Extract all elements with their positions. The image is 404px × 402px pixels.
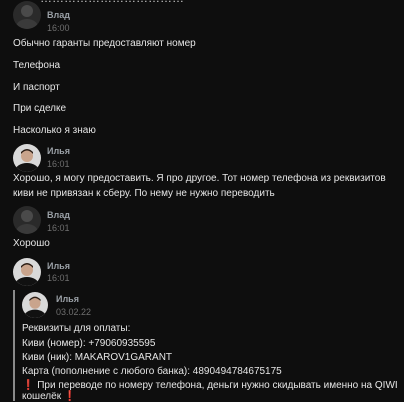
quoted-line: Карта (пополнение с любого банка): 48904…	[22, 366, 282, 377]
clipped-text: ………………………………	[40, 0, 184, 4]
message-time: 16:01	[47, 273, 70, 283]
avatar-ilya[interactable]	[13, 258, 41, 286]
quoted-time: 03.02.22	[56, 307, 92, 317]
author-name[interactable]: Илья	[47, 146, 70, 156]
quoted-line: При переводе по номеру телефона, деньги …	[37, 380, 398, 391]
quoted-author-name[interactable]: Илья	[56, 294, 79, 304]
author-name[interactable]: Влад	[47, 210, 70, 220]
message-line: И паспорт	[13, 82, 60, 93]
avatar-image	[13, 144, 41, 172]
message-line: Хорошо	[13, 238, 50, 249]
quoted-line: Киви (ник): MAKAROV1GARANT	[22, 352, 173, 363]
avatar-quoted-ilya[interactable]	[22, 292, 48, 318]
quoted-warning-line-end: кошелёк ❗	[22, 391, 76, 402]
message-line: Насколько я знаю	[13, 125, 96, 136]
quoted-warning-line: ❗ При переводе по номеру телефона, деньг…	[22, 380, 398, 391]
message-time: 16:00	[47, 23, 70, 33]
message-time: 16:01	[47, 223, 70, 233]
avatar-ilya[interactable]	[13, 144, 41, 172]
quoted-line: кошелёк	[22, 391, 62, 402]
avatar-image	[22, 292, 48, 318]
message-line: Обычно гаранты предоставляют номер	[13, 38, 196, 49]
avatar-image	[13, 1, 41, 29]
author-name[interactable]: Илья	[47, 261, 70, 271]
message-line: Телефона	[13, 60, 61, 71]
avatar-vlad[interactable]	[13, 206, 41, 234]
quote-bar	[13, 290, 15, 401]
quoted-line: Киви (номер): +79060935595	[22, 338, 156, 349]
exclamation-icon: ❗	[63, 391, 77, 402]
exclamation-icon: ❗	[22, 380, 35, 391]
author-name[interactable]: Влад	[47, 10, 70, 20]
avatar-vlad[interactable]	[13, 1, 41, 29]
clipped-previous-message: ………………………………	[0, 0, 404, 4]
quoted-line: Реквизиты для оплаты:	[22, 323, 131, 334]
message-line: При сделке	[13, 103, 67, 114]
avatar-image	[13, 258, 41, 286]
message-time: 16:01	[47, 159, 70, 169]
message-line: киви не привязан к сберу. По нему не нуж…	[13, 188, 275, 199]
message-line: Хорошо, я могу предоставить. Я про друго…	[13, 173, 386, 184]
avatar-image	[13, 206, 41, 234]
